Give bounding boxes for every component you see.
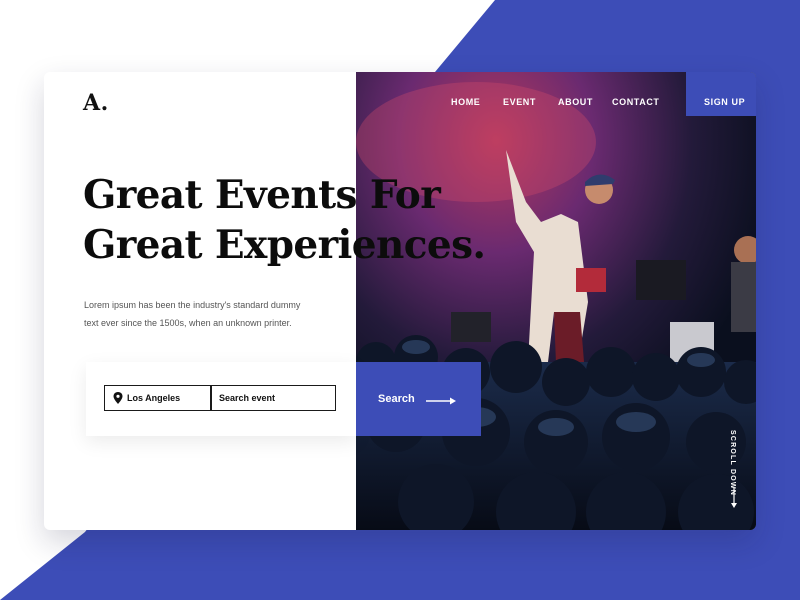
headline-line-1: Great Events For [83, 172, 441, 218]
location-pin-icon [113, 392, 123, 404]
hero-card: A. HOME EVENT ABOUT CONTACT SIGN UP Grea… [44, 72, 756, 530]
search-button-label: Search [378, 393, 415, 405]
search-button[interactable]: Search [356, 362, 481, 436]
headline-line-2: Great Experiences. [83, 222, 486, 268]
arrow-right-icon [426, 397, 456, 405]
brand-logo[interactable]: A. [83, 90, 109, 116]
nav-home[interactable]: HOME [451, 97, 480, 107]
hero-headline: Great Events For Great Experiences. [83, 170, 486, 270]
description-line-1: Lorem ipsum has been the industry's stan… [84, 300, 301, 310]
description-line-2: text ever since the 1500s, when an unkno… [84, 318, 292, 328]
nav-contact[interactable]: CONTACT [612, 97, 660, 107]
hero-description: Lorem ipsum has been the industry's stan… [84, 296, 334, 332]
location-input[interactable] [127, 386, 207, 410]
signup-box [686, 72, 756, 116]
search-panel [86, 362, 356, 436]
nav-event[interactable]: EVENT [503, 97, 536, 107]
field-divider [210, 386, 212, 410]
signup-button[interactable]: SIGN UP [704, 97, 745, 107]
arrow-down-icon [731, 488, 737, 508]
search-field [104, 385, 336, 411]
nav-about[interactable]: ABOUT [558, 97, 593, 107]
scroll-down[interactable]: SCROLL DOWN [720, 430, 750, 510]
event-search-input[interactable] [219, 386, 329, 410]
concert-photo [356, 72, 756, 530]
scroll-down-label: SCROLL DOWN [729, 430, 736, 496]
